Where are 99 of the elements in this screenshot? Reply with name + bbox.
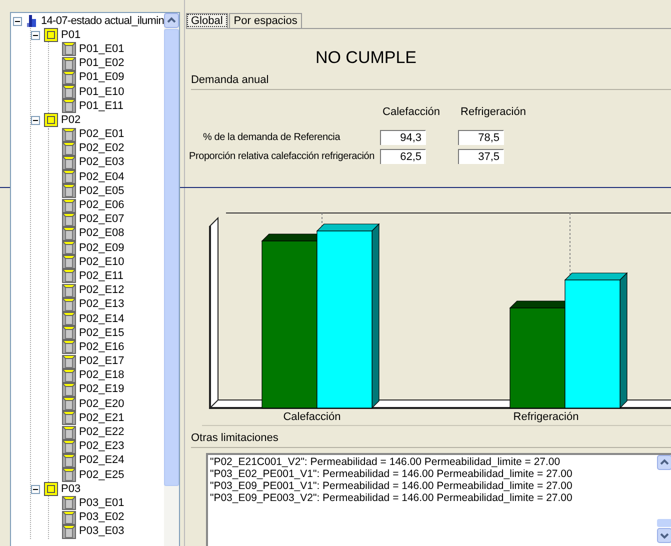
limit-message: "P03_E09_PE001_V1": Permeabilidad = 146.00 Permeabilidad_limite = 27.00 <box>210 480 574 492</box>
section-title: Otras limitaciones <box>190 432 671 448</box>
space-icon <box>62 99 76 114</box>
space-icon <box>62 354 76 369</box>
space-icon <box>62 440 76 454</box>
space-icon <box>62 226 76 241</box>
tree-item[interactable]: P02 <box>61 114 81 127</box>
tree-item[interactable]: P02_E05 <box>79 184 124 198</box>
tree-item[interactable]: P02_E20 <box>79 398 124 411</box>
value-field[interactable]: 78,5 <box>458 130 504 145</box>
collapse-icon[interactable] <box>13 16 24 26</box>
space-icon <box>62 397 76 412</box>
space-icon <box>62 524 76 539</box>
tree-item[interactable]: P02_E12 <box>79 284 124 298</box>
space-icon <box>62 241 76 256</box>
column-header: Calefacción <box>382 106 442 118</box>
floor-icon <box>44 482 58 496</box>
space-icon <box>62 142 76 156</box>
tree-item[interactable]: P02_E02 <box>79 142 124 156</box>
space-icon <box>62 284 76 298</box>
floor-icon <box>44 113 58 128</box>
tree-item[interactable]: P02_E01 <box>79 128 124 142</box>
space-icon <box>62 510 76 525</box>
tree-item[interactable]: P02_E07 <box>79 213 124 226</box>
space-icon <box>62 85 76 100</box>
scroll-thumb[interactable] <box>656 519 671 527</box>
tree-item[interactable]: P02_E21 <box>79 412 124 425</box>
axis-label: Calefacción <box>282 411 342 423</box>
space-icon <box>62 255 76 270</box>
tree-item[interactable]: P01 <box>61 28 81 42</box>
tree-item[interactable]: P03_E02 <box>79 511 124 524</box>
tree-item[interactable]: P01_E11 <box>79 100 124 113</box>
space-icon <box>62 269 76 284</box>
tree-item[interactable]: P02_E09 <box>79 242 124 255</box>
space-icon <box>62 411 76 426</box>
tab[interactable]: Global <box>186 13 228 28</box>
limit-message: "P03_E09_PE003_V2": Permeabilidad = 146.00 Permeabilidad_limite = 27.00 <box>210 492 574 504</box>
tree-item[interactable]: P02_E23 <box>79 440 124 454</box>
scroll-down-icon[interactable] <box>656 528 671 543</box>
tree-item[interactable]: P02_E13 <box>79 298 124 312</box>
tree-item[interactable]: P02_E04 <box>79 170 124 184</box>
axis-label: Refrigeración <box>512 411 580 423</box>
building-icon <box>24 14 38 28</box>
tree-item[interactable]: P01_E09 <box>79 71 124 84</box>
space-icon <box>62 156 76 170</box>
tree-item[interactable]: P01_E02 <box>79 57 124 70</box>
scroll-up-icon[interactable] <box>164 13 179 28</box>
tree-item[interactable]: P02_E03 <box>79 156 124 170</box>
tree-item[interactable]: P02_E08 <box>79 227 124 240</box>
tree-item[interactable]: P02_E11 <box>79 270 124 283</box>
tree-item[interactable]: P03_E01 <box>79 496 124 510</box>
space-icon <box>62 312 76 326</box>
value-field[interactable]: 37,5 <box>458 149 504 164</box>
row-label: Proporción relativa calefacción refrigeración <box>188 151 376 162</box>
space-icon <box>62 170 76 184</box>
value-field[interactable]: 94,3 <box>380 130 426 145</box>
tree-item[interactable]: P01_E01 <box>79 42 124 56</box>
space-icon <box>62 128 76 142</box>
space-icon <box>62 212 76 227</box>
text-area[interactable] <box>206 453 671 546</box>
tree-item[interactable]: P02_E17 <box>79 355 124 368</box>
tree-item[interactable]: P01_E10 <box>79 86 124 99</box>
tree-item[interactable]: P02_E18 <box>79 369 124 382</box>
tree-item[interactable]: P02_E14 <box>79 312 124 326</box>
tree-item[interactable]: P02_E16 <box>79 340 124 354</box>
tree-item[interactable]: P03_E03 <box>79 525 124 538</box>
column-header: Refrigeración <box>460 106 527 118</box>
tree-item[interactable]: P02_E25 <box>79 468 124 482</box>
tree-item[interactable]: 14-07-estado actual_ilumin <box>41 14 164 28</box>
tree-item[interactable]: P02_E24 <box>79 454 124 468</box>
verdict-text: NO CUMPLE <box>314 48 418 68</box>
space-icon <box>62 198 76 213</box>
row-label: % de la demanda de Referencia <box>202 132 342 143</box>
limit-message: "P02_E21C001_V2": Permeabilidad = 146.00 Permeabilidad_limite = 27.00 <box>210 456 562 468</box>
space-icon <box>62 70 76 85</box>
section-title: Demanda anual <box>190 74 671 90</box>
tree-item[interactable]: P02_E15 <box>79 326 124 340</box>
space-icon <box>62 382 76 397</box>
value-field[interactable]: 62,5 <box>380 149 426 164</box>
tree-item[interactable]: P02_E19 <box>79 383 124 396</box>
tab[interactable]: Por espacios <box>228 13 302 28</box>
space-icon <box>62 454 76 468</box>
space-icon <box>62 496 76 510</box>
space-icon <box>62 298 76 312</box>
space-icon <box>62 340 76 354</box>
space-icon <box>62 368 76 383</box>
floor-icon <box>44 28 58 42</box>
limit-message: "P03_E02_PE001_V1": Permeabilidad = 146.00 Permeabilidad_limite = 27.00 <box>210 468 574 480</box>
tree-item[interactable]: P02_E10 <box>79 256 124 269</box>
space-icon <box>62 42 76 56</box>
scroll-up-icon[interactable] <box>656 455 671 470</box>
space-icon <box>62 326 76 340</box>
space-icon <box>62 56 76 71</box>
space-icon <box>62 426 76 440</box>
tree-item[interactable]: P02_E06 <box>79 199 124 212</box>
space-icon <box>62 468 76 482</box>
space-icon <box>62 184 76 198</box>
tree-item[interactable]: P02_E22 <box>79 426 124 440</box>
tree-item[interactable]: P03 <box>61 482 81 496</box>
